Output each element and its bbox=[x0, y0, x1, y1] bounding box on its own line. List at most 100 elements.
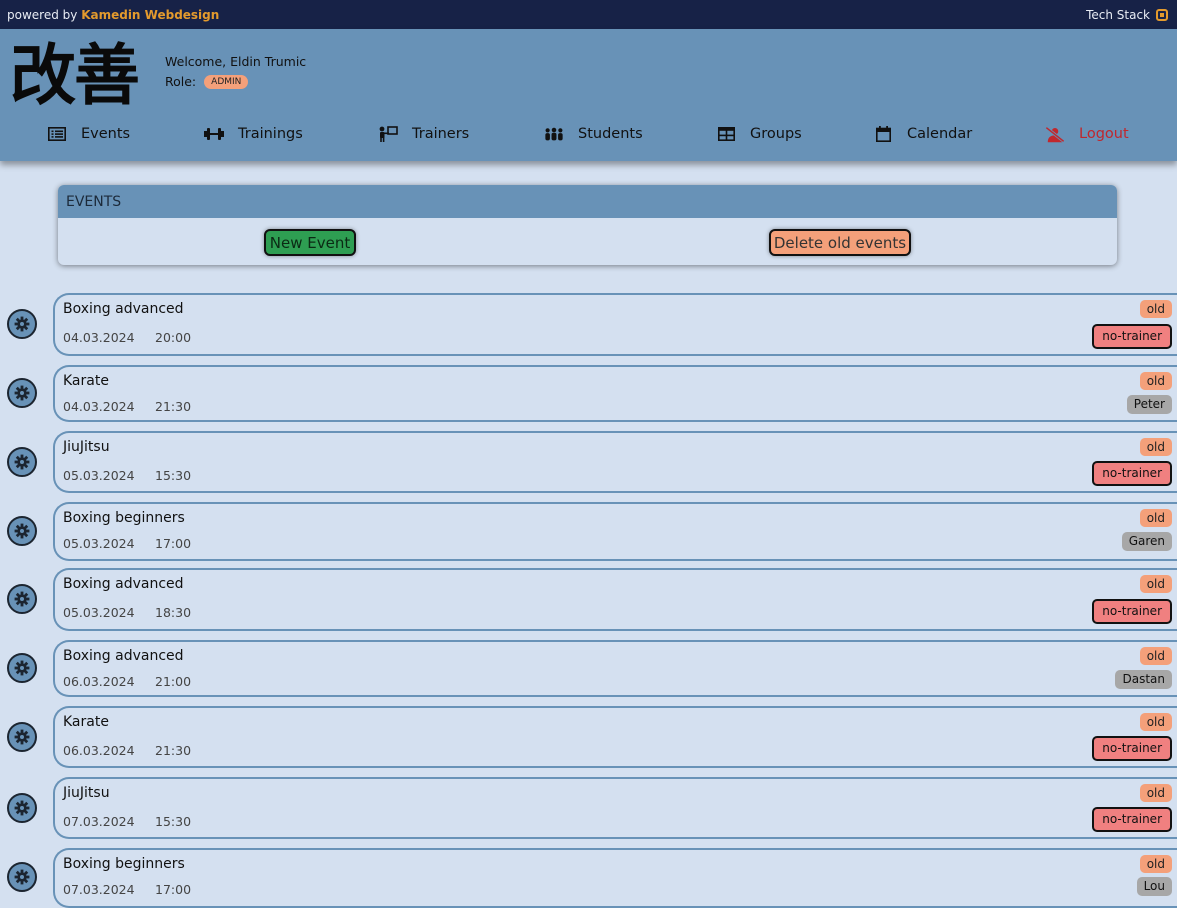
nav-groups[interactable]: Groups bbox=[716, 119, 802, 149]
event-time: 15:30 bbox=[155, 468, 192, 483]
event-settings-button[interactable] bbox=[7, 447, 37, 477]
event-date: 05.03.2024 bbox=[63, 468, 135, 483]
status-badge: old bbox=[1139, 647, 1172, 665]
gear-icon bbox=[14, 316, 30, 332]
event-title: Boxing advanced bbox=[63, 301, 184, 317]
no-trainer-badge: no-trainer bbox=[1092, 324, 1172, 349]
event-date: 06.03.2024 bbox=[63, 743, 135, 758]
event-title: Boxing beginners bbox=[63, 856, 185, 872]
gear-icon bbox=[14, 591, 30, 607]
event-settings-button[interactable] bbox=[7, 793, 37, 823]
event-card[interactable] bbox=[53, 502, 1177, 561]
trainer-icon bbox=[378, 126, 398, 142]
students-icon bbox=[544, 127, 564, 141]
event-title: Boxing advanced bbox=[63, 576, 184, 592]
event-time: 17:00 bbox=[155, 882, 192, 897]
gear-icon bbox=[14, 454, 30, 470]
nav-students-label: Students bbox=[578, 126, 643, 142]
chip-icon bbox=[1156, 8, 1168, 21]
event-date: 04.03.2024 bbox=[63, 330, 135, 345]
event-title: JiuJitsu bbox=[63, 439, 110, 455]
main-nav: Events Trainings Trainers Students Group… bbox=[0, 119, 1177, 149]
event-row[interactable]: Karate 06.03.2024 21:30 old no-trainer bbox=[0, 706, 1177, 768]
event-settings-button[interactable] bbox=[7, 516, 37, 546]
event-time: 15:30 bbox=[155, 814, 192, 829]
event-time: 20:00 bbox=[155, 330, 192, 345]
event-settings-button[interactable] bbox=[7, 309, 37, 339]
trainer-badge: Peter bbox=[1126, 395, 1172, 414]
event-card[interactable] bbox=[53, 706, 1177, 768]
event-title: Boxing advanced bbox=[63, 648, 184, 664]
nav-events[interactable]: Events bbox=[47, 119, 130, 149]
role-label: Role: bbox=[165, 74, 197, 89]
status-badge: old bbox=[1139, 575, 1172, 593]
event-card[interactable] bbox=[53, 568, 1177, 631]
event-date: 07.03.2024 bbox=[63, 814, 135, 829]
event-settings-button[interactable] bbox=[7, 722, 37, 752]
nav-trainers[interactable]: Trainers bbox=[378, 119, 469, 149]
event-card[interactable] bbox=[53, 777, 1177, 839]
event-row[interactable]: Boxing advanced 05.03.2024 18:30 old no-trai… bbox=[0, 568, 1177, 631]
event-time: 21:30 bbox=[155, 399, 192, 414]
gear-icon bbox=[14, 523, 30, 539]
gear-icon bbox=[14, 729, 30, 745]
nav-trainings-label: Trainings bbox=[238, 126, 303, 142]
nav-trainings[interactable]: Trainings bbox=[204, 119, 303, 149]
event-settings-button[interactable] bbox=[7, 584, 37, 614]
gear-icon bbox=[14, 660, 30, 676]
event-row[interactable]: Boxing beginners 05.03.2024 17:00 old Garen bbox=[0, 502, 1177, 561]
event-row[interactable]: Boxing beginners 07.03.2024 17:00 old Lou bbox=[0, 848, 1177, 908]
event-title: Karate bbox=[63, 714, 109, 730]
status-badge: old bbox=[1139, 784, 1172, 802]
event-settings-button[interactable] bbox=[7, 378, 37, 408]
trainer-badge: Garen bbox=[1121, 532, 1172, 551]
event-row[interactable]: Boxing advanced 04.03.2024 20:00 old no-trai… bbox=[0, 293, 1177, 356]
status-badge: old bbox=[1139, 713, 1172, 731]
event-row[interactable]: Karate 04.03.2024 21:30 old Peter bbox=[0, 365, 1177, 422]
dumbbell-icon bbox=[204, 127, 224, 141]
delete-old-events-button[interactable]: Delete old events bbox=[769, 229, 911, 256]
logo: 改善 bbox=[10, 36, 140, 114]
welcome-text: Welcome, Eldin Trumic bbox=[165, 54, 307, 69]
event-row[interactable]: Boxing advanced 06.03.2024 21:00 old Dastan bbox=[0, 640, 1177, 697]
nav-trainers-label: Trainers bbox=[412, 126, 470, 142]
event-row[interactable]: JiuJitsu 05.03.2024 15:30 old no-trainer bbox=[0, 431, 1177, 493]
event-date: 06.03.2024 bbox=[63, 674, 135, 689]
trainer-badge: Dastan bbox=[1115, 670, 1172, 689]
event-title: JiuJitsu bbox=[63, 785, 110, 801]
status-badge: old bbox=[1139, 855, 1172, 873]
powered-by: powered by Kamedin Webdesign bbox=[7, 8, 219, 22]
event-settings-button[interactable] bbox=[7, 862, 37, 892]
nav-logout[interactable]: Logout bbox=[1045, 119, 1129, 149]
nav-calendar[interactable]: Calendar bbox=[873, 119, 972, 149]
event-card[interactable] bbox=[53, 640, 1177, 697]
event-date: 04.03.2024 bbox=[63, 399, 135, 414]
role-line: Role: ADMIN bbox=[165, 74, 249, 89]
no-trainer-badge: no-trainer bbox=[1092, 736, 1172, 761]
status-badge: old bbox=[1139, 372, 1172, 390]
status-badge: old bbox=[1139, 438, 1172, 456]
events-panel: EVENTS New Event Delete old events bbox=[58, 185, 1117, 265]
event-time: 18:30 bbox=[155, 605, 192, 620]
gear-icon bbox=[14, 800, 30, 816]
brand-link[interactable]: Kamedin Webdesign bbox=[81, 8, 219, 22]
event-card[interactable] bbox=[53, 848, 1177, 908]
nav-calendar-label: Calendar bbox=[907, 126, 973, 142]
event-card[interactable] bbox=[53, 431, 1177, 493]
list-icon bbox=[47, 127, 67, 141]
new-event-button[interactable]: New Event bbox=[264, 229, 356, 256]
event-time: 21:00 bbox=[155, 674, 192, 689]
event-card[interactable] bbox=[53, 293, 1177, 356]
event-title: Karate bbox=[63, 373, 109, 389]
event-settings-button[interactable] bbox=[7, 653, 37, 683]
nav-logout-label: Logout bbox=[1079, 126, 1129, 142]
calendar-icon bbox=[873, 126, 893, 142]
powered-by-label: powered by bbox=[7, 7, 78, 22]
nav-students[interactable]: Students bbox=[544, 119, 643, 149]
event-row[interactable]: JiuJitsu 07.03.2024 15:30 old no-trainer bbox=[0, 777, 1177, 839]
no-trainer-badge: no-trainer bbox=[1092, 599, 1172, 624]
event-card[interactable] bbox=[53, 365, 1177, 422]
trainer-badge: Lou bbox=[1136, 877, 1172, 896]
tech-stack-link[interactable]: Tech Stack bbox=[1086, 8, 1168, 22]
header: 改善 Welcome, Eldin Trumic Role: ADMIN Eve… bbox=[0, 29, 1177, 161]
